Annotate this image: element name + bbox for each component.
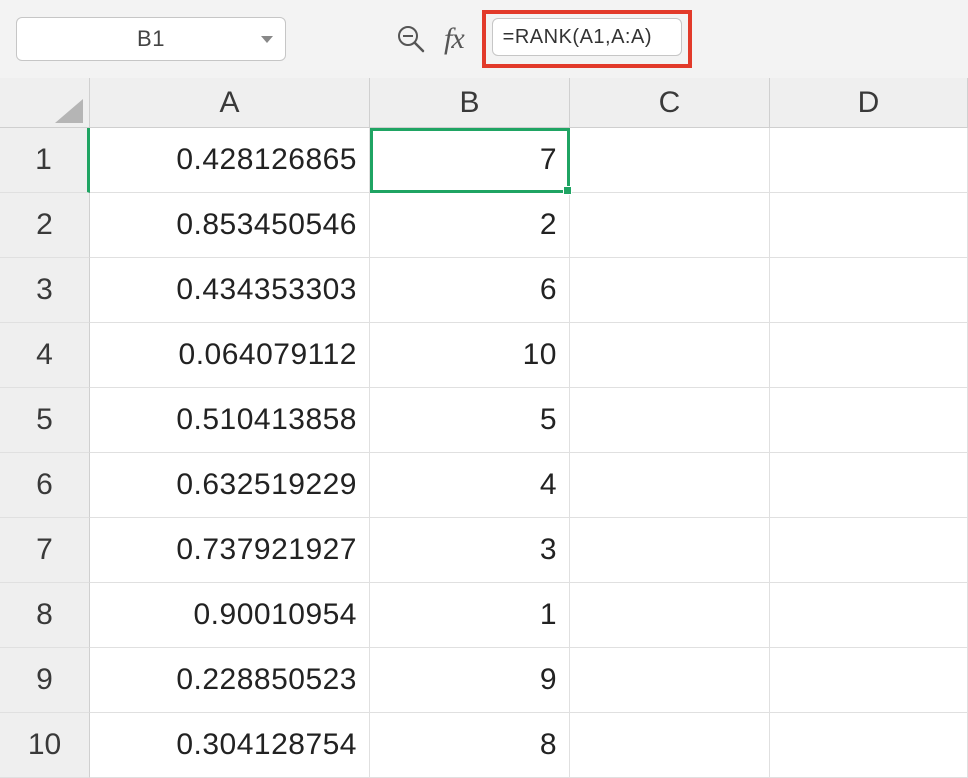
cell-B4[interactable]: 10 xyxy=(370,323,570,388)
cell-B8[interactable]: 1 xyxy=(370,583,570,648)
grid-row: 1 0.428126865 7 xyxy=(0,128,968,193)
cell-B10[interactable]: 8 xyxy=(370,713,570,778)
cell-C5[interactable] xyxy=(570,388,770,453)
cell-D6[interactable] xyxy=(770,453,968,518)
zoom-out-icon[interactable] xyxy=(396,24,426,54)
cell-C1[interactable] xyxy=(570,128,770,193)
cell-C9[interactable] xyxy=(570,648,770,713)
cell-D3[interactable] xyxy=(770,258,968,323)
column-headers: A B C D xyxy=(0,78,968,128)
grid-row: 3 0.434353303 6 xyxy=(0,258,968,323)
cell-B5[interactable]: 5 xyxy=(370,388,570,453)
name-box-dropdown-icon[interactable] xyxy=(261,36,273,43)
cell-C4[interactable] xyxy=(570,323,770,388)
cell-C7[interactable] xyxy=(570,518,770,583)
cell-D2[interactable] xyxy=(770,193,968,258)
spreadsheet-grid: A B C D 1 0.428126865 7 2 0.853450546 2 … xyxy=(0,78,968,778)
grid-row: 4 0.064079112 10 xyxy=(0,323,968,388)
cell-A5[interactable]: 0.510413858 xyxy=(90,388,370,453)
row-header-3[interactable]: 3 xyxy=(0,258,90,323)
fx-label: fx xyxy=(444,22,464,56)
row-header-10[interactable]: 10 xyxy=(0,713,90,778)
cell-D9[interactable] xyxy=(770,648,968,713)
row-header-6[interactable]: 6 xyxy=(0,453,90,518)
cell-B9[interactable]: 9 xyxy=(370,648,570,713)
grid-rows: 1 0.428126865 7 2 0.853450546 2 3 0.4343… xyxy=(0,128,968,778)
cell-A9[interactable]: 0.228850523 xyxy=(90,648,370,713)
row-header-9[interactable]: 9 xyxy=(0,648,90,713)
grid-row: 2 0.853450546 2 xyxy=(0,193,968,258)
cell-D8[interactable] xyxy=(770,583,968,648)
row-header-5[interactable]: 5 xyxy=(0,388,90,453)
col-header-D[interactable]: D xyxy=(770,78,968,128)
grid-row: 10 0.304128754 8 xyxy=(0,713,968,778)
cell-D7[interactable] xyxy=(770,518,968,583)
cell-D1[interactable] xyxy=(770,128,968,193)
cell-B2[interactable]: 2 xyxy=(370,193,570,258)
cell-D10[interactable] xyxy=(770,713,968,778)
row-header-8[interactable]: 8 xyxy=(0,583,90,648)
grid-row: 5 0.510413858 5 xyxy=(0,388,968,453)
grid-row: 8 0.90010954 1 xyxy=(0,583,968,648)
grid-row: 7 0.737921927 3 xyxy=(0,518,968,583)
cell-A1[interactable]: 0.428126865 xyxy=(90,128,370,193)
select-all-corner[interactable] xyxy=(0,78,90,128)
row-header-4[interactable]: 4 xyxy=(0,323,90,388)
cell-C2[interactable] xyxy=(570,193,770,258)
cell-A2[interactable]: 0.853450546 xyxy=(90,193,370,258)
cell-C8[interactable] xyxy=(570,583,770,648)
grid-row: 6 0.632519229 4 xyxy=(0,453,968,518)
name-box-value: B1 xyxy=(137,26,165,52)
cell-B1[interactable]: 7 xyxy=(370,128,570,193)
formula-bar-input[interactable] xyxy=(492,18,682,56)
col-header-B[interactable]: B xyxy=(370,78,570,128)
formula-toolbar: B1 fx xyxy=(0,0,968,78)
cell-A3[interactable]: 0.434353303 xyxy=(90,258,370,323)
cell-A8[interactable]: 0.90010954 xyxy=(90,583,370,648)
row-header-2[interactable]: 2 xyxy=(0,193,90,258)
cell-D4[interactable] xyxy=(770,323,968,388)
row-header-7[interactable]: 7 xyxy=(0,518,90,583)
cell-B3[interactable]: 6 xyxy=(370,258,570,323)
cell-A7[interactable]: 0.737921927 xyxy=(90,518,370,583)
cell-A10[interactable]: 0.304128754 xyxy=(90,713,370,778)
cell-C3[interactable] xyxy=(570,258,770,323)
cell-C10[interactable] xyxy=(570,713,770,778)
cell-A6[interactable]: 0.632519229 xyxy=(90,453,370,518)
row-header-1[interactable]: 1 xyxy=(0,128,90,193)
grid-row: 9 0.228850523 9 xyxy=(0,648,968,713)
col-header-A[interactable]: A xyxy=(90,78,370,128)
formula-highlight-box xyxy=(482,10,692,68)
cell-B6[interactable]: 4 xyxy=(370,453,570,518)
cell-A4[interactable]: 0.064079112 xyxy=(90,323,370,388)
cell-B7[interactable]: 3 xyxy=(370,518,570,583)
col-header-C[interactable]: C xyxy=(570,78,770,128)
name-box[interactable]: B1 xyxy=(16,17,286,61)
cell-D5[interactable] xyxy=(770,388,968,453)
cell-C6[interactable] xyxy=(570,453,770,518)
